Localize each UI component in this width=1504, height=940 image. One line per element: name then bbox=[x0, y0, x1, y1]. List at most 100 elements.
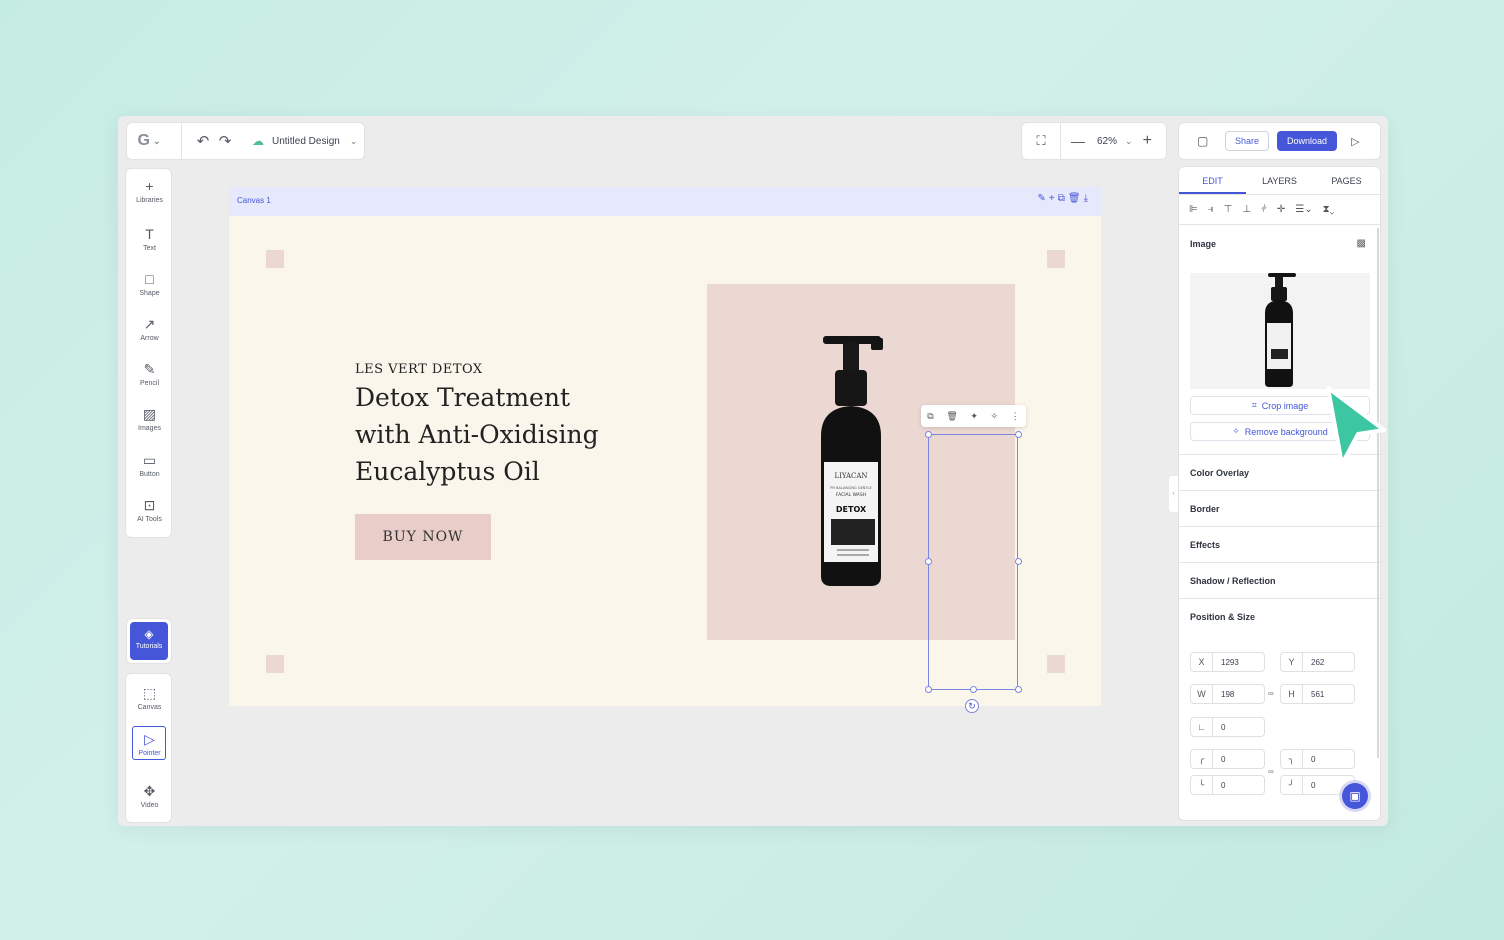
chevron-down-icon[interactable]: ⌄ bbox=[1125, 136, 1133, 147]
undo-icon[interactable]: ↶ bbox=[192, 132, 214, 150]
tool-canvas[interactable]: ⬚ Canvas bbox=[126, 684, 173, 711]
section-effects[interactable]: Effects bbox=[1179, 526, 1380, 562]
canvas-name[interactable]: Canvas 1 bbox=[237, 196, 271, 205]
align-left-icon[interactable]: ⊫ bbox=[1189, 204, 1198, 215]
radius-bl-field[interactable]: ╰ 0 bbox=[1190, 775, 1265, 795]
tool-libraries[interactable]: + Libraries bbox=[126, 177, 173, 204]
tool-button[interactable]: ▭ Button bbox=[126, 451, 173, 478]
chat-support-icon[interactable]: ▣ bbox=[1342, 783, 1368, 809]
download-button[interactable]: Download bbox=[1277, 131, 1338, 151]
resize-handle[interactable] bbox=[925, 431, 932, 438]
edit-icon[interactable]: ✎ bbox=[1038, 193, 1049, 204]
resize-handle[interactable] bbox=[1015, 558, 1022, 565]
headline[interactable]: Detox Treatment with Anti-Oxidising Euca… bbox=[355, 379, 655, 490]
radius-tl-field[interactable]: ╭ 0 bbox=[1190, 749, 1265, 769]
canvas-header: Canvas 1 ✎+⧉🗑⤓ bbox=[229, 187, 1101, 216]
tool-text[interactable]: T Text bbox=[126, 225, 173, 252]
divider bbox=[1060, 122, 1061, 160]
more-icon[interactable]: ⋮ bbox=[1011, 411, 1020, 422]
y-field[interactable]: Y 262 bbox=[1280, 652, 1355, 672]
align-middle-icon[interactable]: ⫩ bbox=[1261, 204, 1267, 215]
tool-images[interactable]: ▨ Images bbox=[126, 405, 173, 432]
decor-square bbox=[1047, 250, 1065, 268]
redo-icon[interactable]: ↷ bbox=[214, 132, 236, 150]
trash-icon[interactable]: 🗑 bbox=[1068, 193, 1084, 204]
download-icon[interactable]: ⤓ bbox=[1084, 193, 1091, 204]
rotation-field[interactable]: ∟ 0 bbox=[1190, 717, 1265, 737]
comment-icon[interactable]: ▢ bbox=[1197, 134, 1213, 148]
link-icon[interactable]: ∞ bbox=[1268, 767, 1274, 776]
rotate-icon[interactable]: ↻ bbox=[965, 699, 979, 713]
pencil-icon: ✎ bbox=[143, 361, 156, 377]
image-context-toolbar: ⧉ 🗑 ✦ ✧ ⋮ bbox=[921, 405, 1026, 427]
tool-ai-tools[interactable]: ⊡ AI Tools bbox=[126, 496, 173, 523]
radius-bl-value: 0 bbox=[1221, 780, 1226, 790]
share-button[interactable]: Share bbox=[1225, 131, 1270, 151]
tutorials-button[interactable]: ◈ Tutorials bbox=[130, 622, 168, 660]
crop-label: Crop image bbox=[1261, 400, 1309, 411]
zoom-out-icon[interactable]: — bbox=[1071, 133, 1087, 149]
top-left-bar: G ⌄ ↶ ↷ ☁ Untitled Design ⌄ bbox=[126, 122, 365, 160]
section-shadow[interactable]: Shadow / Reflection bbox=[1179, 562, 1380, 598]
section-border[interactable]: Border bbox=[1179, 490, 1380, 526]
tool-arrow[interactable]: ↗ Arrow bbox=[126, 315, 173, 342]
brand-text[interactable]: LES VERT DETOX bbox=[355, 362, 483, 377]
play-icon[interactable]: ▷ bbox=[1351, 135, 1359, 148]
tool-pencil[interactable]: ✎ Pencil bbox=[126, 360, 173, 387]
design-title[interactable]: Untitled Design bbox=[272, 136, 340, 147]
product-bottle-image[interactable]: LIYACAN PH BALANCING GENTLE FACIAL WASH … bbox=[815, 336, 887, 591]
lower-toolbar: ⬚ Canvas ▷ Pointer ✥ Video bbox=[125, 673, 172, 823]
section-position-size[interactable]: Position & Size bbox=[1179, 598, 1380, 634]
align-center-h-icon[interactable]: ⫣ bbox=[1208, 204, 1214, 215]
resize-handle[interactable] bbox=[1015, 431, 1022, 438]
sparkle-icon[interactable]: ✦ bbox=[970, 411, 978, 422]
buy-now-button[interactable]: BUY NOW bbox=[355, 514, 491, 560]
logo-icon: G bbox=[137, 132, 150, 149]
resize-handle[interactable] bbox=[970, 686, 977, 693]
radius-tr-field[interactable]: ╮ 0 bbox=[1280, 749, 1355, 769]
tool-pointer[interactable]: ▷ Pointer bbox=[126, 730, 173, 757]
cursor-pointer-icon bbox=[1326, 386, 1386, 466]
resize-handle[interactable] bbox=[925, 686, 932, 693]
button-icon: ▭ bbox=[142, 452, 157, 468]
tab-pages[interactable]: PAGES bbox=[1313, 167, 1380, 194]
tool-shape[interactable]: □ Shape bbox=[126, 270, 173, 297]
zoom-level[interactable]: 62% bbox=[1097, 136, 1117, 147]
tool-label: Images bbox=[138, 425, 161, 432]
zoom-in-icon[interactable]: + bbox=[1143, 132, 1152, 150]
width-field[interactable]: W 198 bbox=[1190, 684, 1265, 704]
section-title: Color Overlay bbox=[1190, 467, 1250, 478]
tool-video[interactable]: ✥ Video bbox=[126, 782, 173, 809]
fit-screen-icon[interactable]: ⛶ bbox=[1022, 133, 1060, 149]
decor-square bbox=[1047, 655, 1065, 673]
link-icon[interactable]: ∞ bbox=[1268, 689, 1274, 698]
app-logo-menu[interactable]: G ⌄ bbox=[127, 122, 171, 160]
trash-icon[interactable]: 🗑 bbox=[946, 411, 957, 422]
align-top-icon[interactable]: ⊤ bbox=[1224, 204, 1233, 215]
chevron-down-icon[interactable]: ⌄ bbox=[350, 136, 358, 147]
add-icon[interactable]: + bbox=[1049, 193, 1058, 204]
tab-layers[interactable]: LAYERS bbox=[1246, 167, 1313, 194]
duplicate-icon[interactable]: ⧉ bbox=[1058, 193, 1068, 204]
align-center-v-icon[interactable]: ✛ bbox=[1277, 204, 1285, 215]
panel-scrollbar[interactable] bbox=[1377, 228, 1379, 758]
resize-handle[interactable] bbox=[1015, 686, 1022, 693]
align-bottom-icon[interactable]: ⊥ bbox=[1242, 204, 1251, 215]
spacing-icon[interactable]: ⧗⌄ bbox=[1323, 204, 1335, 215]
editor-app: G ⌄ ↶ ↷ ☁ Untitled Design ⌄ ⛶ — 62% ⌄ + ▢… bbox=[118, 116, 1388, 826]
height-field[interactable]: H 561 bbox=[1280, 684, 1355, 704]
design-canvas[interactable]: LES VERT DETOX Detox Treatment with Anti… bbox=[229, 216, 1101, 713]
text-icon: T bbox=[145, 226, 154, 242]
magic-wand-icon[interactable]: ✧ bbox=[991, 411, 999, 422]
decor-square bbox=[266, 250, 284, 268]
collapse-panel-icon[interactable]: › bbox=[1169, 476, 1178, 512]
x-field[interactable]: X 1293 bbox=[1190, 652, 1265, 672]
distribute-icon[interactable]: ☰⌄ bbox=[1295, 204, 1312, 215]
headline-line: with Anti-Oxidising bbox=[355, 420, 599, 449]
arrow-icon: ↗ bbox=[143, 316, 156, 332]
resize-handle[interactable] bbox=[925, 558, 932, 565]
tab-edit[interactable]: EDIT bbox=[1179, 167, 1246, 194]
headline-line: Detox Treatment bbox=[355, 383, 571, 412]
transparency-icon[interactable]: ▩ bbox=[1357, 238, 1366, 249]
copy-icon[interactable]: ⧉ bbox=[927, 411, 933, 422]
